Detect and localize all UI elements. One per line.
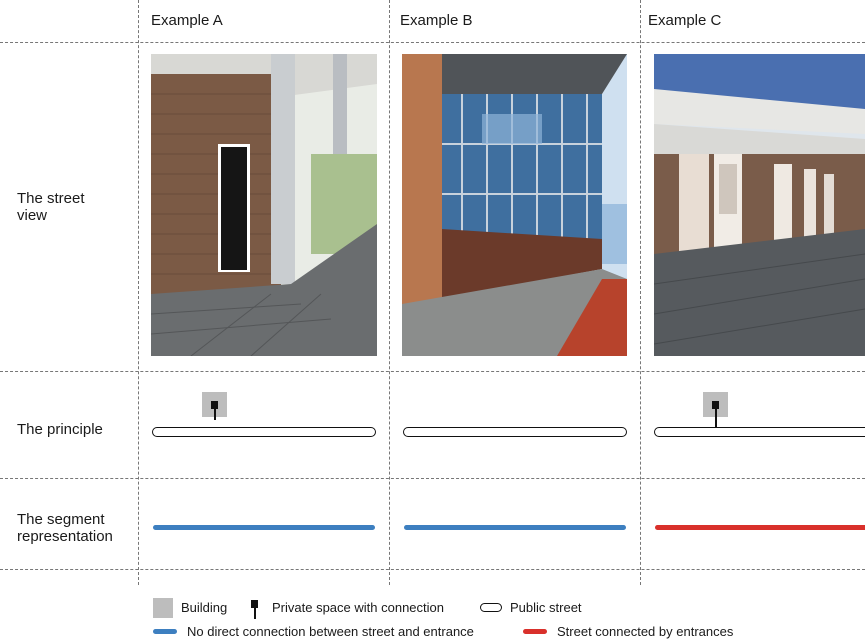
connection-line-c xyxy=(715,408,717,428)
column-divider xyxy=(138,0,139,585)
row-divider xyxy=(0,569,865,570)
column-divider xyxy=(640,0,641,585)
row-label-principle: The principle xyxy=(17,421,103,438)
row-divider xyxy=(0,42,865,43)
segment-line-c xyxy=(655,525,865,530)
row-label-street-view: The street view xyxy=(17,190,85,224)
column-header-a: Example A xyxy=(151,12,223,29)
legend-no-connection-swatch xyxy=(153,629,177,634)
row-divider xyxy=(0,478,865,479)
legend-public-street-icon xyxy=(480,603,502,612)
row-divider xyxy=(0,371,865,372)
legend-private-space-stem xyxy=(254,607,256,619)
public-street-b xyxy=(403,427,627,437)
column-header-c: Example C xyxy=(648,12,722,29)
street-photo-a xyxy=(151,54,377,356)
row-label-segment: The segment representation xyxy=(17,511,113,545)
legend-connected-swatch xyxy=(523,629,547,634)
column-header-b: Example B xyxy=(400,12,473,29)
legend-connected-label: Street connected by entrances xyxy=(557,624,734,639)
column-divider xyxy=(389,0,390,585)
legend-no-connection-label: No direct connection between street and … xyxy=(187,624,474,639)
segment-line-a xyxy=(153,525,375,530)
public-street-c xyxy=(654,427,865,437)
street-photo-b xyxy=(402,54,627,356)
legend-building-label: Building xyxy=(181,600,228,615)
public-street-a xyxy=(152,427,376,437)
legend-building-swatch xyxy=(153,598,173,618)
street-photo-c xyxy=(654,54,865,356)
connection-line-a xyxy=(214,408,216,420)
legend-private-space-label: Private space with connection xyxy=(272,600,444,615)
segment-line-b xyxy=(404,525,626,530)
legend-public-street-label: Public street xyxy=(510,600,582,615)
